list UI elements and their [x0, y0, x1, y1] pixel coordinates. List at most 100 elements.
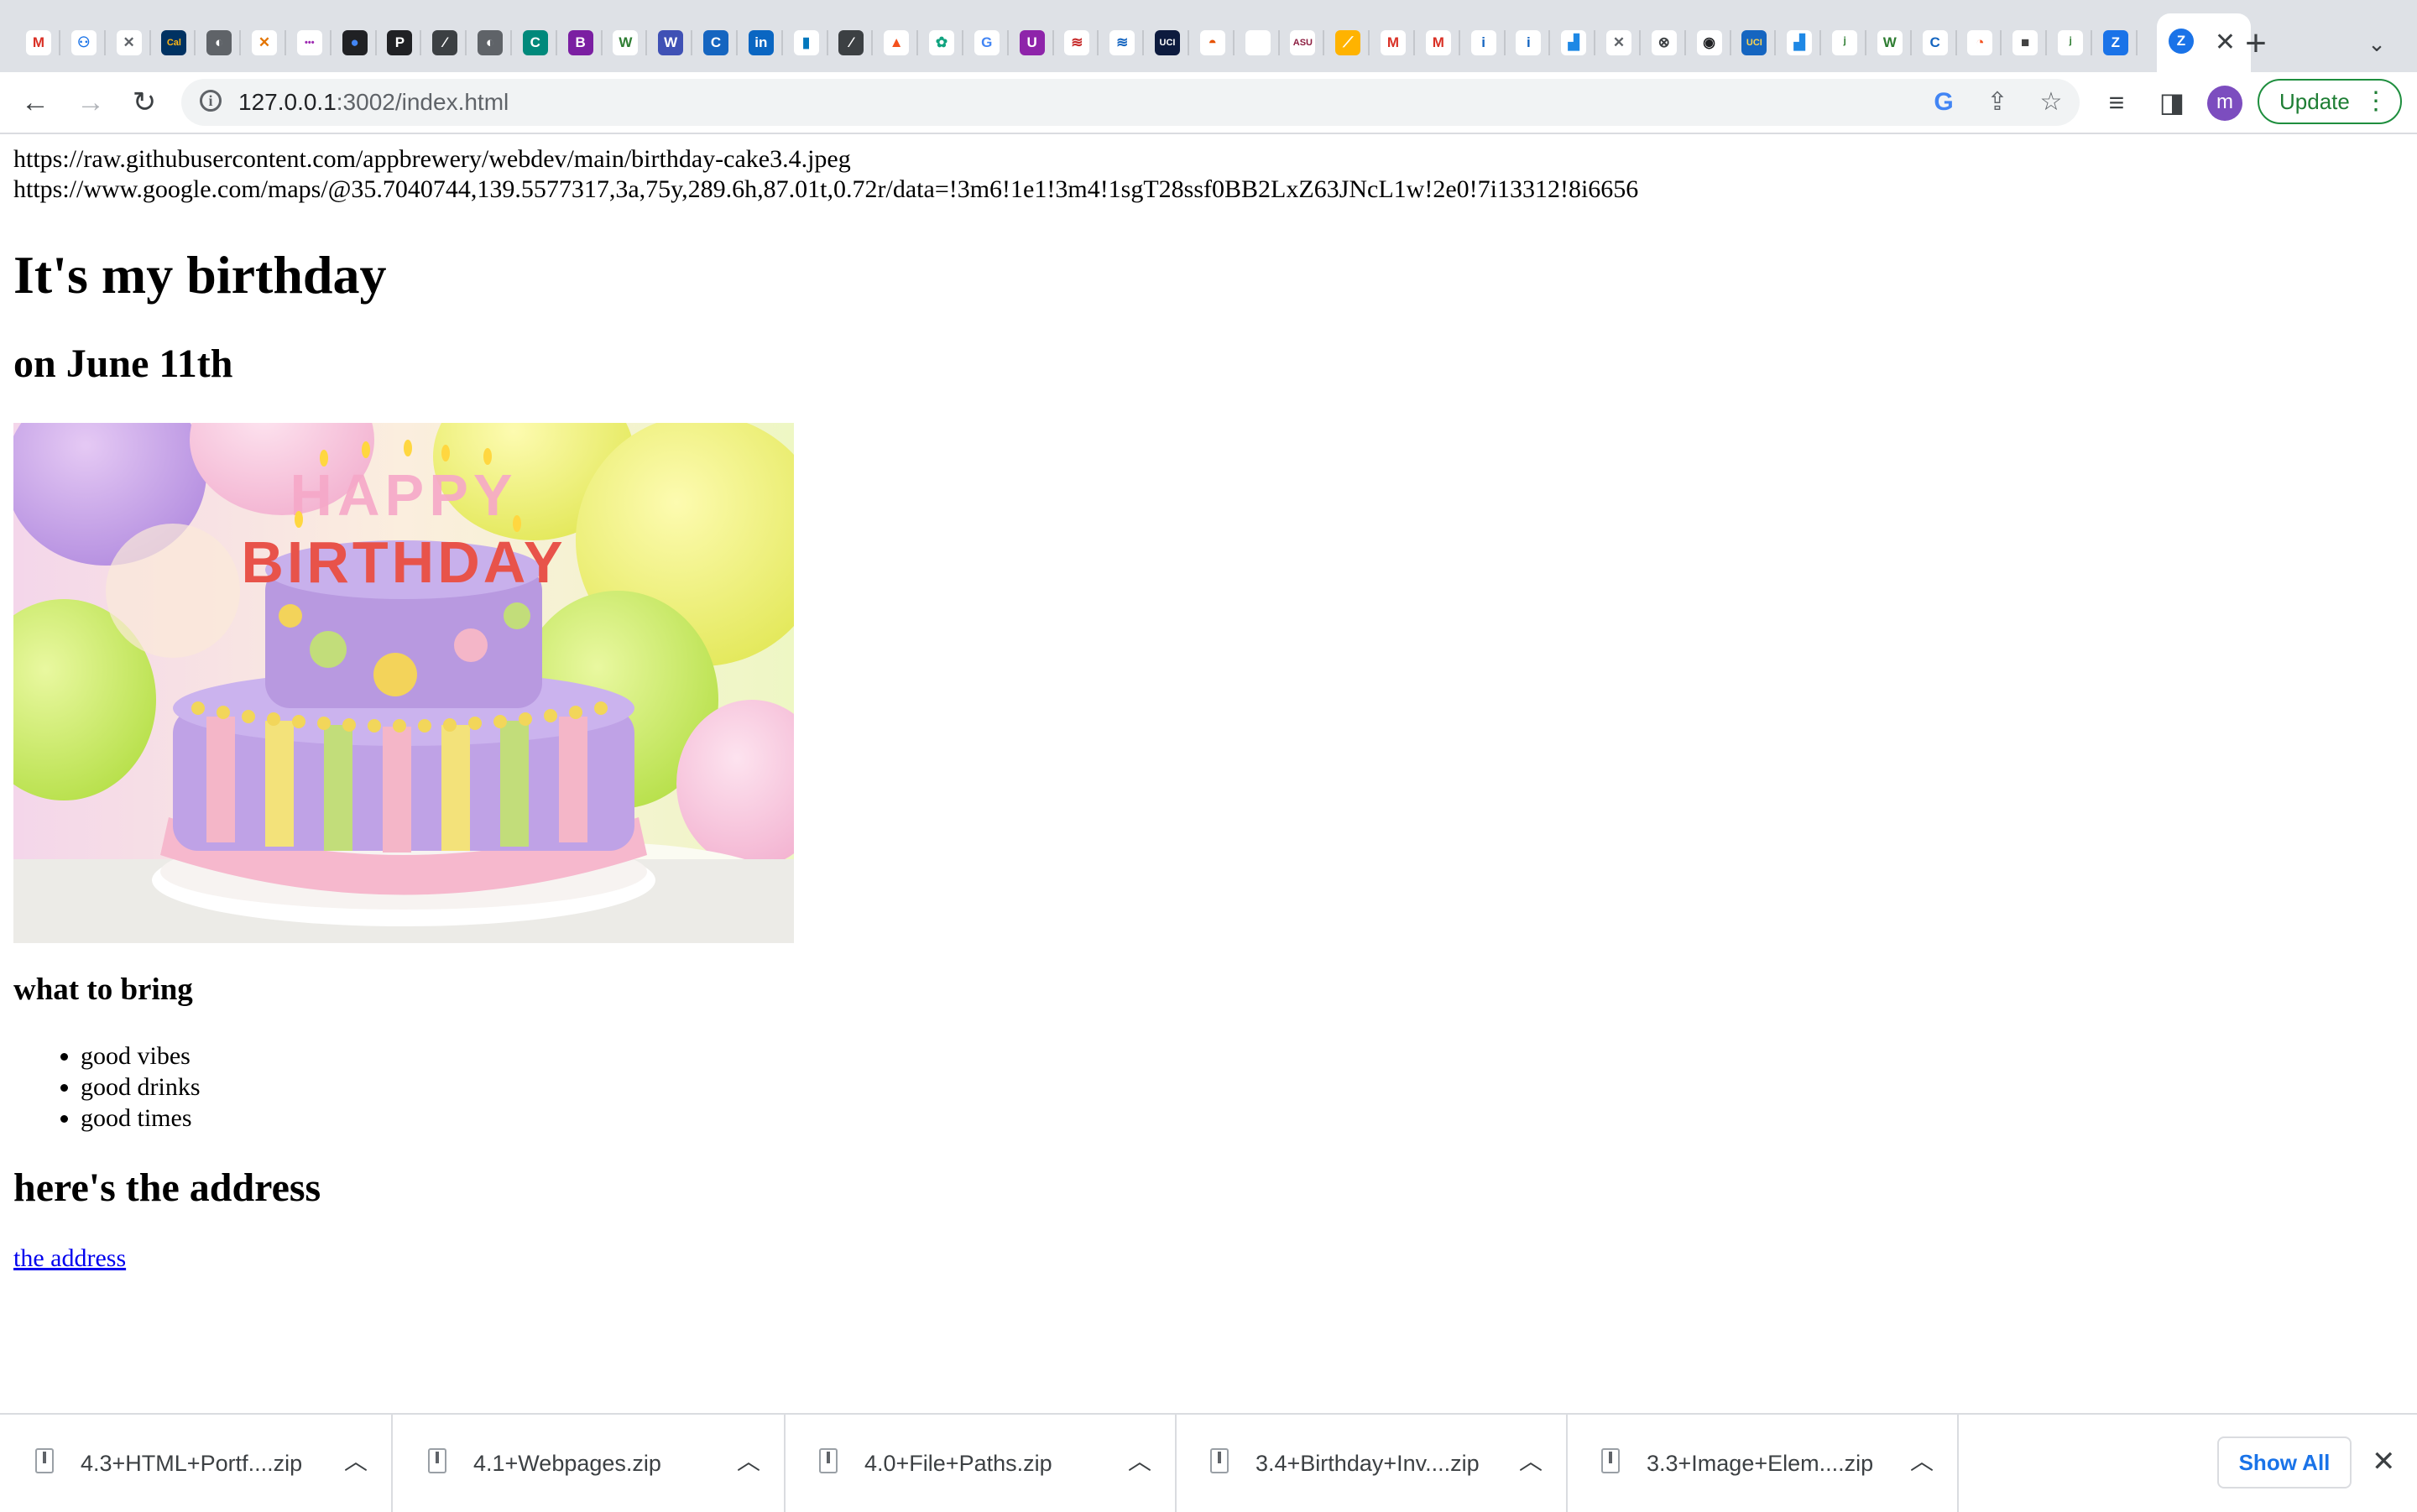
- robot-icon: ⚇: [70, 30, 97, 55]
- browser-tab[interactable]: G: [965, 13, 1009, 72]
- google-lens-icon[interactable]: G: [1927, 86, 1960, 119]
- chevron-up-icon[interactable]: ︿: [344, 1447, 368, 1477]
- zip-file-icon: [1210, 1448, 1229, 1473]
- new-tab-button[interactable]: +: [2232, 20, 2279, 67]
- browser-tab[interactable]: ⁄: [423, 13, 467, 72]
- chevron-up-icon[interactable]: ︿: [1519, 1447, 1543, 1477]
- tab-separator: [1413, 30, 1415, 55]
- browser-tab[interactable]: M: [17, 13, 60, 72]
- chevron-up-icon[interactable]: ︿: [737, 1447, 760, 1477]
- browser-tab[interactable]: i: [1462, 13, 1506, 72]
- browser-tab[interactable]: P: [378, 13, 422, 72]
- tab-separator: [1323, 30, 1325, 55]
- browser-toolbar: ← → ↻ i 127.0.0.1:3002/index.html G ⇪ ☆ …: [0, 72, 2417, 134]
- browser-tab[interactable]: ⚇: [62, 13, 106, 72]
- browser-tab[interactable]: U: [1010, 13, 1054, 72]
- address-bar[interactable]: i 127.0.0.1:3002/index.html G ⇪ ☆: [181, 79, 2080, 126]
- side-panel-icon[interactable]: ◨: [2153, 84, 2190, 121]
- browser-tab[interactable]: W: [603, 13, 648, 72]
- tab-separator: [1819, 30, 1822, 55]
- browser-tab[interactable]: ʲ: [1823, 13, 1866, 72]
- browser-tab[interactable]: ◉: [1688, 13, 1731, 72]
- browser-tab[interactable]: ■: [2003, 13, 2048, 72]
- download-item[interactable]: 4.3+HTML+Portf....zip ︿: [0, 1415, 393, 1512]
- github-icon: ◉: [1696, 30, 1722, 55]
- update-button[interactable]: Update ⋮: [2258, 79, 2402, 124]
- tab-separator: [1188, 30, 1189, 55]
- browser-tab[interactable]: ʲ: [2049, 13, 2092, 72]
- chevron-up-icon[interactable]: ︿: [1128, 1447, 1151, 1477]
- share-icon[interactable]: ⇪: [1981, 86, 2014, 119]
- browser-tab[interactable]: ▟: [1552, 13, 1596, 72]
- download-item[interactable]: 4.1+Webpages.zip ︿: [393, 1415, 786, 1512]
- openai-icon: ✿: [929, 30, 954, 55]
- uci-icon: UCI: [1741, 30, 1767, 55]
- bookmark-star-icon[interactable]: ☆: [2034, 86, 2068, 119]
- browser-tab[interactable]: in: [739, 13, 783, 72]
- browser-tab[interactable]: ✕: [1597, 13, 1641, 72]
- back-button[interactable]: ←: [17, 84, 54, 121]
- browser-tab[interactable]: ✿: [920, 13, 963, 72]
- browser-tab[interactable]: W: [1868, 13, 1912, 72]
- flag-icon: ≋: [1109, 30, 1135, 55]
- zip-file-icon: [1601, 1448, 1620, 1473]
- download-item[interactable]: 4.0+File+Paths.zip ︿: [784, 1415, 1177, 1512]
- browser-tab[interactable]: ◔: [1958, 13, 2002, 72]
- zip-file-icon: [35, 1448, 54, 1473]
- url-text[interactable]: 127.0.0.1:3002/index.html: [238, 79, 509, 126]
- browser-tab[interactable]: Z: [2094, 13, 2138, 72]
- gmail-icon: M: [26, 30, 51, 55]
- browser-tab[interactable]: i: [1506, 13, 1551, 72]
- browser-tab[interactable]: ▮: [785, 13, 828, 72]
- browser-tab[interactable]: C: [694, 13, 738, 72]
- reading-list-icon[interactable]: ≡: [2098, 84, 2135, 121]
- x-circle-icon: ⊗: [1651, 30, 1677, 55]
- browser-tab[interactable]: ≋: [1055, 13, 1099, 72]
- browser-tab[interactable]: ✕: [107, 13, 151, 72]
- show-all-button[interactable]: Show All: [2217, 1436, 2352, 1489]
- address-link[interactable]: the address: [13, 1243, 126, 1274]
- browser-tab[interactable]: M: [1371, 13, 1415, 72]
- browser-tab[interactable]: ASU: [1281, 13, 1325, 72]
- address-heading: here's the address: [13, 1165, 321, 1210]
- browser-tab[interactable]: UCI: [1732, 13, 1777, 72]
- forward-button[interactable]: →: [72, 84, 109, 121]
- dome-icon: ◓: [1199, 30, 1225, 55]
- browser-tab[interactable]: W: [649, 13, 693, 72]
- browser-tab[interactable]: ✕: [243, 13, 286, 72]
- browser-tab[interactable]: [1236, 13, 1280, 72]
- c-icon: C: [1922, 30, 1948, 55]
- download-item[interactable]: 3.4+Birthday+Inv....zip ︿: [1175, 1415, 1568, 1512]
- tab-separator: [103, 30, 106, 55]
- menu-kebab-icon[interactable]: ⋮: [2363, 81, 2388, 123]
- browser-tab[interactable]: ⟋: [1326, 13, 1370, 72]
- cake-candles-bottom-text: BIRTHDAY: [241, 529, 566, 595]
- browser-tab[interactable]: Cal: [152, 13, 196, 72]
- browser-tab[interactable]: ▲: [874, 13, 919, 72]
- chevron-up-icon[interactable]: ︿: [1910, 1447, 1934, 1477]
- download-item[interactable]: 3.3+Image+Elem....zip ︿: [1566, 1415, 1959, 1512]
- browser-tab[interactable]: ◐: [197, 13, 242, 72]
- browser-tab[interactable]: ⁄: [829, 13, 874, 72]
- browser-tab[interactable]: C: [514, 13, 557, 72]
- browser-tab[interactable]: ≋: [1100, 13, 1145, 72]
- blank-icon: [1245, 30, 1271, 55]
- reload-button[interactable]: ↻: [126, 84, 163, 121]
- browser-tab[interactable]: ●: [333, 13, 377, 72]
- browser-tab[interactable]: UCI: [1146, 13, 1189, 72]
- maps-url-text: https://www.google.com/maps/@35.7040744,…: [13, 175, 1639, 203]
- chart-icon: ▟: [1787, 30, 1813, 55]
- browser-tab[interactable]: ◐: [468, 13, 512, 72]
- download-filename: 3.4+Birthday+Inv....zip: [1255, 1451, 1480, 1476]
- profile-avatar[interactable]: m: [2207, 86, 2242, 121]
- browser-tab[interactable]: ◓: [1191, 13, 1235, 72]
- browser-tab[interactable]: •••: [288, 13, 331, 72]
- browser-tab[interactable]: C: [1913, 13, 1957, 72]
- tab-search-chevron-icon[interactable]: ⌄: [2358, 25, 2395, 62]
- browser-tab[interactable]: B: [559, 13, 603, 72]
- close-download-bar-icon[interactable]: ✕: [2372, 1443, 2396, 1480]
- browser-tab[interactable]: ▟: [1778, 13, 1822, 72]
- site-info-icon[interactable]: i: [200, 90, 222, 112]
- browser-tab[interactable]: M: [1417, 13, 1460, 72]
- browser-tab[interactable]: ⊗: [1642, 13, 1686, 72]
